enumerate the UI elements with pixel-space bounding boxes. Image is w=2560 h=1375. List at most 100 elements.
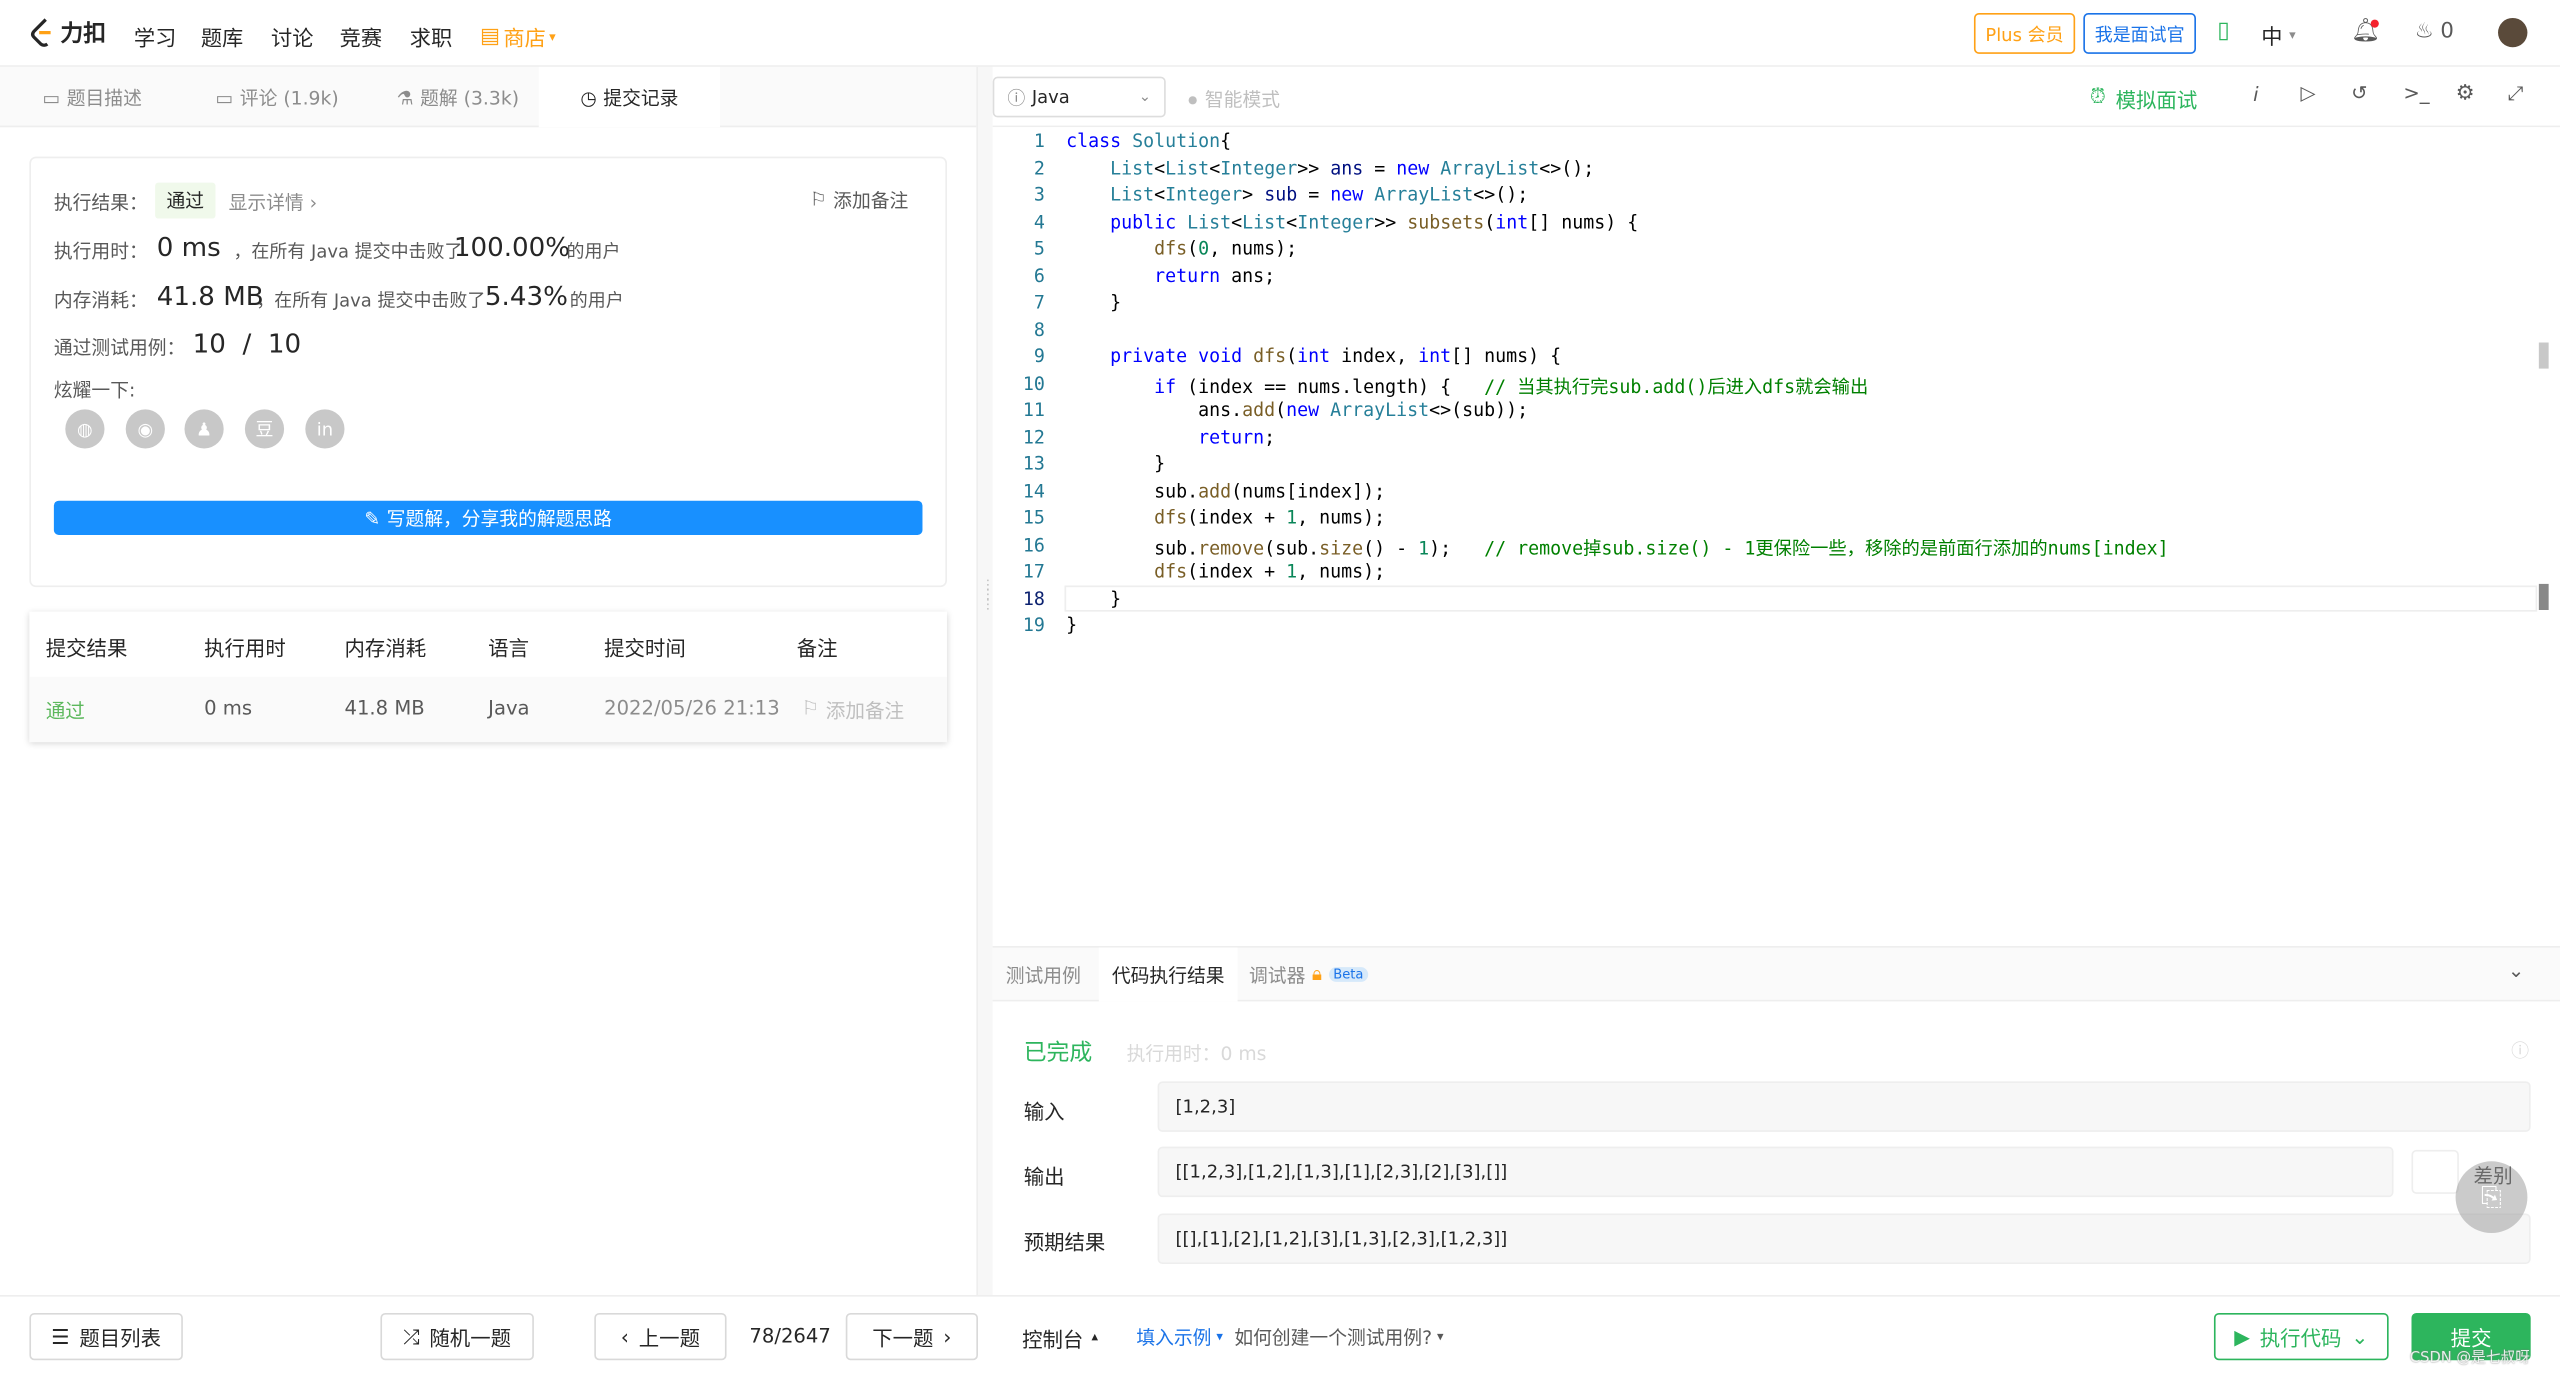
wechat-icon[interactable]: ◍ — [65, 409, 105, 449]
fill-example-button[interactable]: 填入示例 ▾ — [1136, 1324, 1223, 1350]
linkedin-icon[interactable]: in — [305, 409, 345, 449]
nav-problemset[interactable]: 题库 — [201, 21, 243, 52]
code-token: dfs — [1154, 238, 1188, 260]
next-problem-label: 下一题 — [872, 1326, 934, 1351]
line-number: 11 — [1022, 399, 1045, 421]
diff-toggle[interactable] — [2411, 1149, 2459, 1194]
code-line[interactable]: dfs(index + 1, nums); — [1066, 561, 1385, 582]
reset-icon[interactable]: ↺ — [2351, 82, 2367, 105]
prev-problem-button[interactable]: ‹ 上一题 — [594, 1312, 727, 1361]
code-line[interactable]: if (index == nums.length) { // 当其执行完sub.… — [1066, 373, 1868, 399]
play-icon[interactable]: ▷ — [2300, 82, 2315, 105]
write-solution-button[interactable]: ✎ 写题解，分享我的解题思路 — [53, 500, 923, 535]
flag-icon: ⚐ — [801, 696, 820, 720]
next-problem-button[interactable]: 下一题 › — [845, 1312, 978, 1361]
show-details-link[interactable]: 显示详情 › — [229, 189, 318, 215]
how-to-testcase-link[interactable]: 如何创建一个测试用例? ▾ — [1234, 1324, 1443, 1350]
random-problem-button[interactable]: ⤮ 随机一题 — [380, 1312, 534, 1361]
code-token: () - — [1363, 537, 1419, 559]
row-add-note[interactable]: ⚐ 添加备注 — [802, 696, 905, 724]
time-label: 执行用时： — [53, 239, 148, 263]
mobile-icon[interactable]: ▯ — [2217, 18, 2230, 44]
code-line[interactable]: dfs(0, nums); — [1066, 238, 1297, 259]
console-label: 控制台 — [1022, 1327, 1084, 1353]
code-line[interactable]: } — [1066, 588, 1121, 609]
code-line[interactable]: public List<List<Integer>> subsets(int[]… — [1066, 211, 1638, 232]
header-memory: 内存消耗 — [344, 636, 427, 661]
console-toggle[interactable]: 控制台 ▴ — [1022, 1323, 1098, 1354]
nav-learn[interactable]: 学习 — [134, 21, 176, 52]
tab-run-result[interactable]: 代码执行结果 — [1098, 947, 1238, 1002]
chevron-up-icon: ▴ — [1091, 1329, 1099, 1344]
nav-contest[interactable]: 竞赛 — [340, 21, 382, 52]
code-editor[interactable]: 1 class Solution{2 List<List<Integer>> an… — [992, 127, 2549, 943]
code-line[interactable]: return; — [1066, 427, 1275, 448]
code-line[interactable]: dfs(index + 1, nums); — [1066, 507, 1385, 528]
code-token: List — [1187, 211, 1232, 233]
code-line[interactable]: return ans; — [1066, 265, 1275, 286]
avatar[interactable] — [2498, 17, 2528, 48]
panel-divider[interactable]: ⋮ ⋮ ⋮ — [976, 66, 994, 1296]
mock-interview-button[interactable]: ⏰︎ 模拟面试 — [2090, 83, 2197, 114]
tab-comments[interactable]: ▭ 评论 (1.9k) — [216, 67, 339, 127]
code-line[interactable]: } — [1066, 292, 1121, 313]
language-label: 中 — [2261, 26, 2283, 51]
tab-description[interactable]: ▭ 题目描述 — [42, 67, 141, 127]
chevron-down-icon: ⌄ — [2351, 1324, 2369, 1349]
add-note-button[interactable]: ⚐ 添加备注 — [810, 188, 908, 214]
fire-counter[interactable]: ♨ 0 — [2415, 20, 2454, 44]
code-line[interactable]: sub.add(nums[index]); — [1066, 480, 1385, 501]
nav-discuss[interactable]: 讨论 — [271, 21, 313, 52]
nav-jobs[interactable]: 求职 — [410, 21, 452, 52]
douban-icon[interactable]: 豆 — [244, 409, 285, 449]
line-number: 7 — [1033, 291, 1045, 314]
row-result-link[interactable]: 通过 — [46, 696, 85, 724]
code-line[interactable]: List<List<Integer>> ans = new ArrayList<… — [1066, 157, 1594, 178]
code-line[interactable]: ans.add(new ArrayList<>(sub)); — [1066, 400, 1528, 421]
terminal-icon[interactable]: >_ — [2403, 82, 2429, 105]
interviewer-button[interactable]: 我是面试官 — [2083, 13, 2196, 54]
code-line[interactable]: class Solution{ — [1066, 130, 1231, 151]
code-line[interactable]: } — [1066, 615, 1077, 636]
smart-mode-toggle[interactable]: 智能模式 — [1188, 86, 1280, 112]
help-icon[interactable]: ⓘ — [2511, 1037, 2529, 1063]
nav-shop[interactable]: ▤ 商店 ▾ — [480, 21, 556, 52]
code-line[interactable]: sub.remove(sub.size() - 1); // remove掉su… — [1066, 534, 2168, 560]
run-code-button[interactable]: ▶ 执行代码 ⌄ — [2213, 1312, 2389, 1361]
floating-note-button[interactable]: ⎘ — [2455, 1161, 2528, 1234]
top-navbar: 力扣 学习 题库 讨论 竞赛 求职 ▤ 商店 ▾ Plus 会员 我是面试官 ▯ 中… — [0, 0, 2560, 67]
language-switch[interactable]: 中 ▾ — [2261, 20, 2295, 51]
tab-testcase[interactable]: 测试用例 — [993, 948, 1094, 1002]
info-icon[interactable]: i — [2253, 83, 2258, 106]
line-number: 12 — [1022, 426, 1045, 448]
code-token: } — [1066, 614, 1078, 637]
code-token: new — [1396, 157, 1441, 179]
language-select[interactable]: ⓘ Java ⌄ — [992, 76, 1166, 118]
tab-debugger-label: 调试器 — [1249, 963, 1306, 986]
code-line[interactable]: } — [1066, 453, 1165, 474]
fullscreen-icon[interactable]: ⤢ — [2508, 82, 2524, 106]
code-line[interactable]: List<Integer> sub = new ArrayList<>(); — [1066, 184, 1528, 205]
code-token: ( — [1484, 211, 1496, 233]
qq-icon[interactable]: ♟ — [184, 409, 224, 449]
flask-icon: ⚗ — [396, 85, 414, 109]
code-token: Integer — [1220, 157, 1298, 179]
leetcode-logo[interactable]: 力扣 — [29, 16, 106, 49]
tab-solutions[interactable]: ⚗ 题解 (3.3k) — [397, 67, 519, 127]
collapse-icon[interactable]: ⌄ — [2508, 959, 2524, 982]
code-token: (index == nums.length) { — [1187, 375, 1485, 398]
problem-list-button[interactable]: ☰ 题目列表 — [29, 1312, 183, 1361]
tab-submissions[interactable]: ◷ 提交记录 — [538, 66, 721, 128]
code-token: sub. — [1066, 537, 1199, 559]
tab-debugger[interactable]: 调试器 🔒︎ Beta — [1236, 948, 1381, 1002]
settings-icon[interactable]: ⚙ — [2456, 82, 2475, 106]
code-token: List — [1110, 157, 1155, 179]
scrollbar-thumb[interactable] — [2538, 342, 2549, 369]
weibo-icon[interactable]: ◉ — [125, 409, 165, 449]
plus-member-button[interactable]: Plus 会员 — [1973, 13, 2075, 54]
code-line[interactable]: private void dfs(int index, int[] nums) … — [1066, 346, 1561, 367]
row-add-note-label: 添加备注 — [825, 699, 905, 723]
code-token: <>(); — [1539, 157, 1595, 179]
